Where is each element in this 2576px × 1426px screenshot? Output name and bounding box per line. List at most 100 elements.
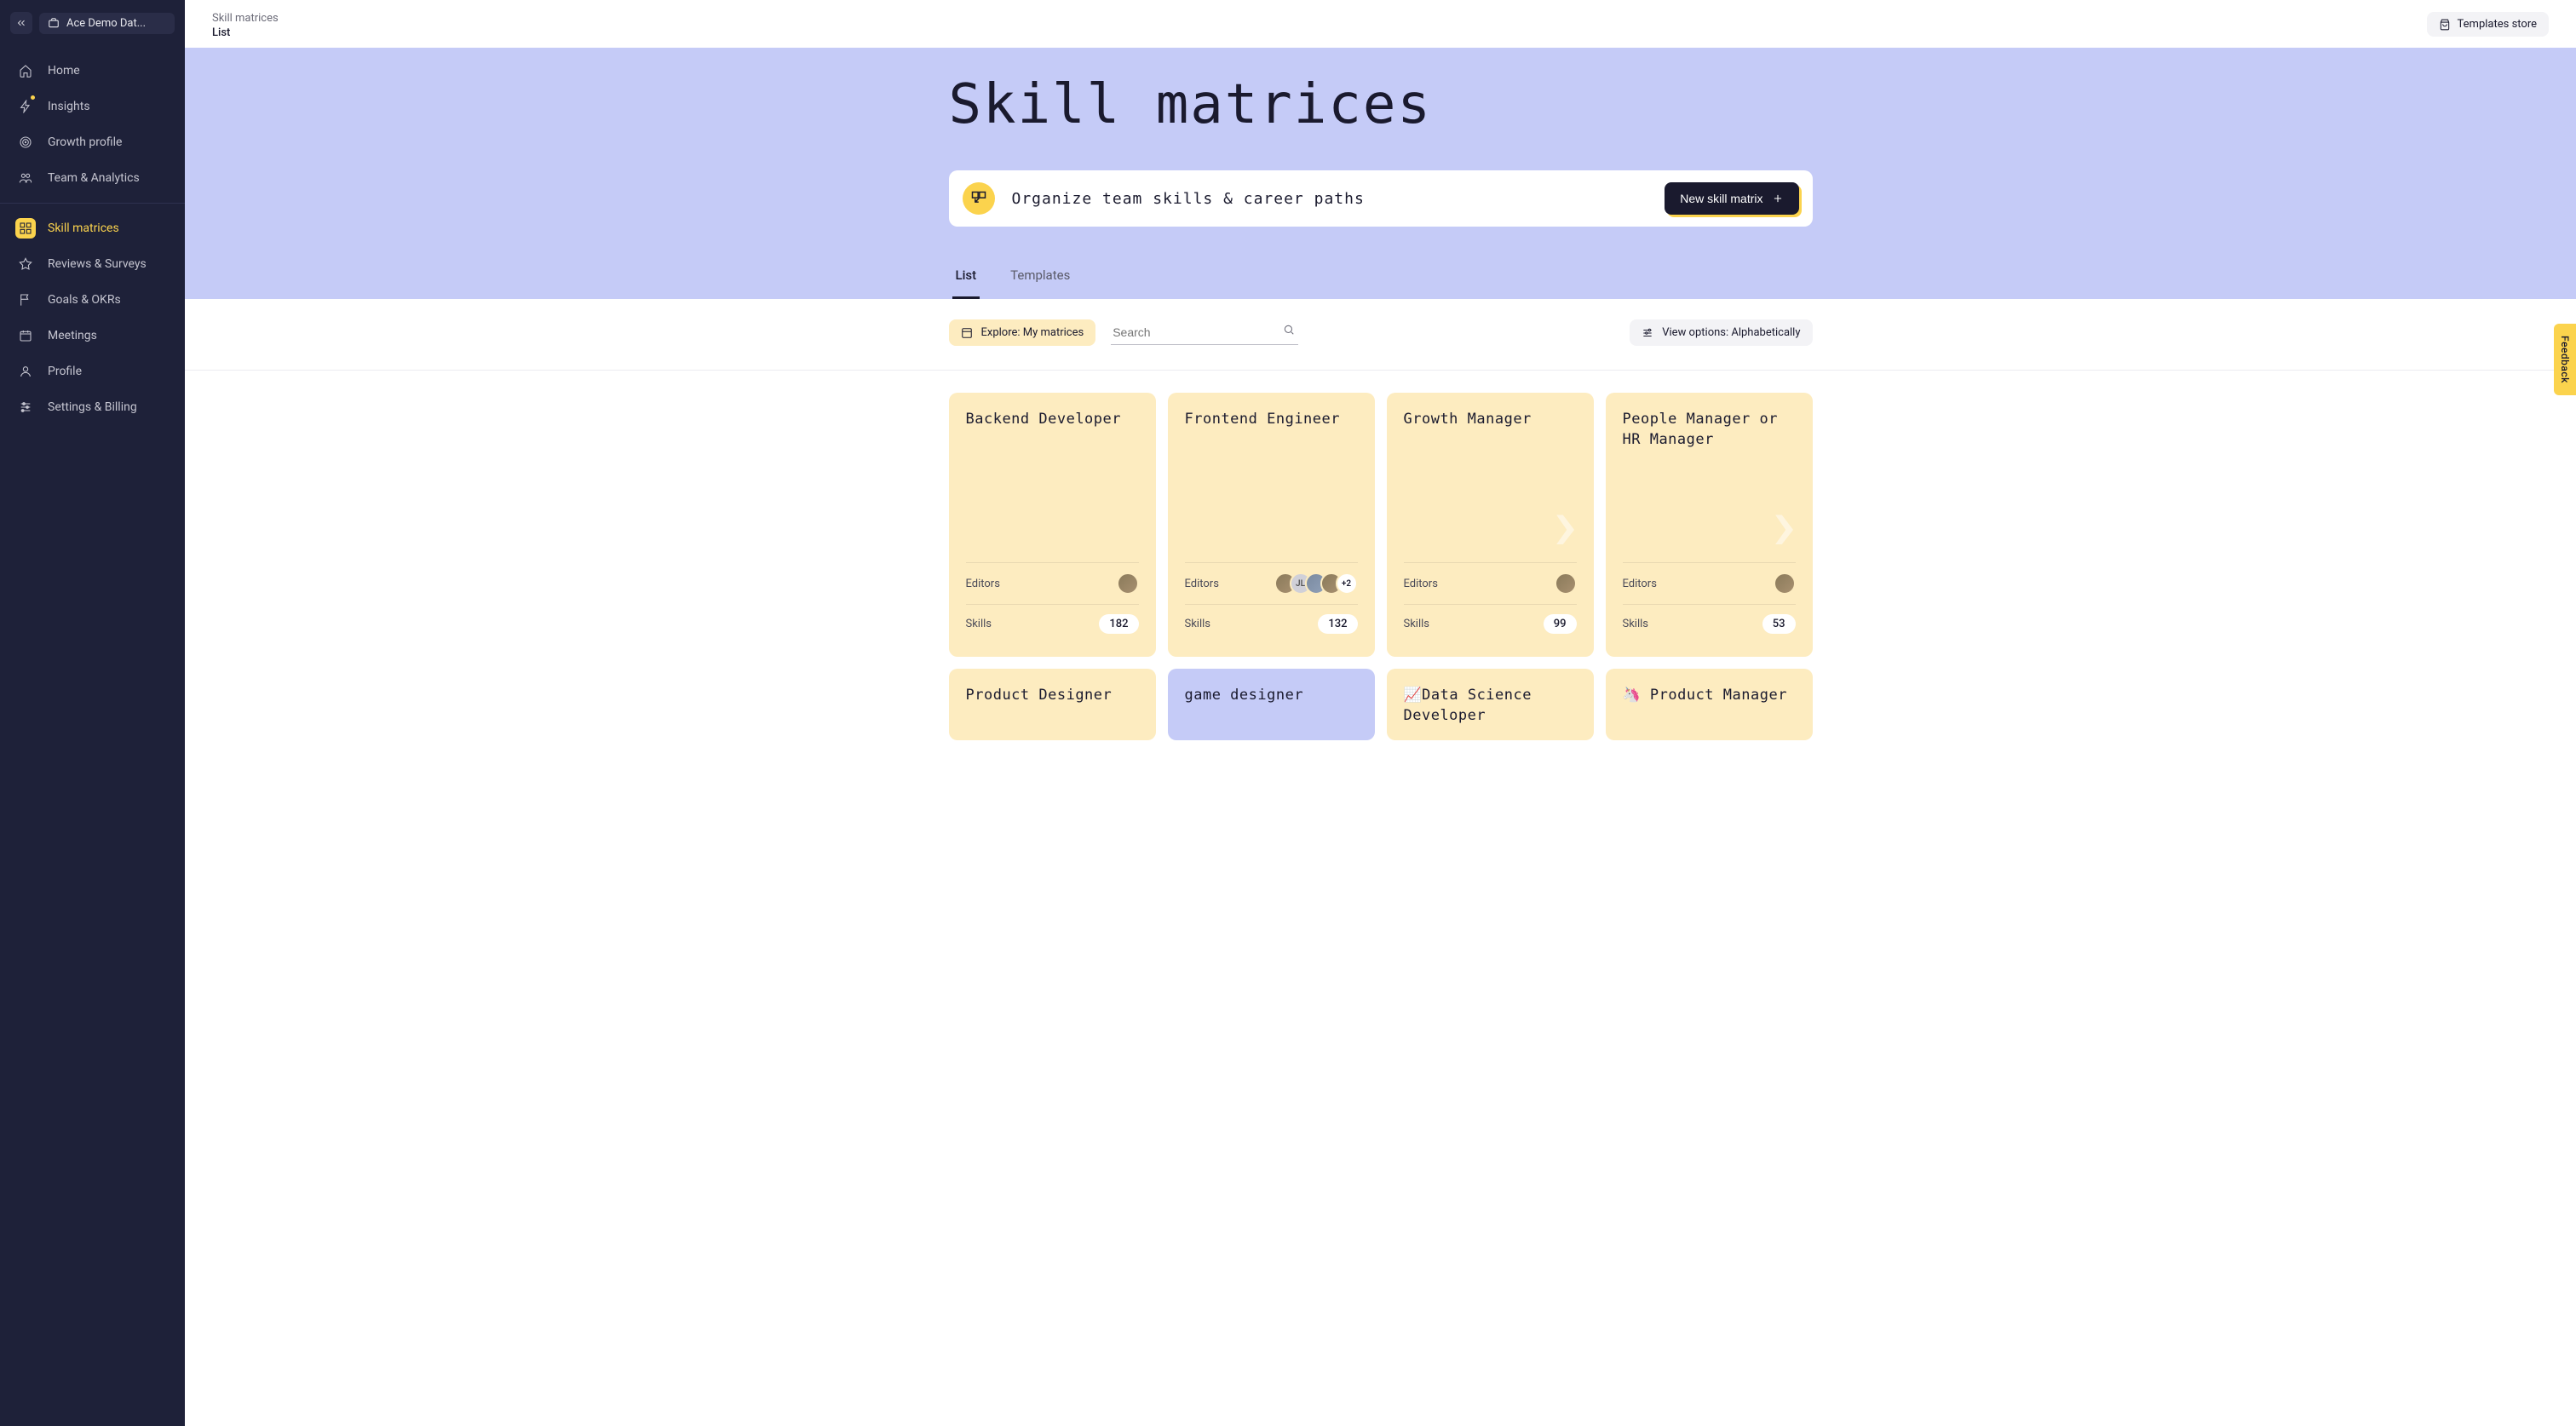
- briefcase-icon: [48, 17, 60, 29]
- skills-label: Skills: [1404, 618, 1430, 630]
- editors-label: Editors: [1404, 578, 1438, 590]
- nav-label: Insights: [48, 100, 90, 113]
- matrix-card[interactable]: 🦄 Product Manager: [1606, 669, 1813, 740]
- organize-bar: Organize team skills & career paths New …: [949, 170, 1813, 227]
- skills-count: 53: [1762, 614, 1796, 634]
- feedback-tab[interactable]: Feedback: [2554, 324, 2576, 395]
- flag-icon: [15, 290, 36, 310]
- sliders-icon: [15, 397, 36, 417]
- editor-avatar-stack: JL+2: [1274, 572, 1358, 595]
- new-skill-matrix-button[interactable]: New skill matrix: [1665, 182, 1798, 215]
- editor-avatar-stack: [1117, 572, 1139, 595]
- matrix-card[interactable]: Frontend Engineer Editors JL+2 Skills 13…: [1168, 393, 1375, 657]
- layout-icon: [961, 327, 973, 339]
- target-icon: [15, 132, 36, 152]
- matrix-card-title: Growth Manager: [1404, 410, 1577, 451]
- workspace-selector[interactable]: Ace Demo Dat...: [39, 13, 175, 34]
- user-icon: [15, 361, 36, 382]
- matrix-card[interactable]: game designer: [1168, 669, 1375, 740]
- matrix-card[interactable]: Growth Manager ›› Editors Skills 99: [1387, 393, 1594, 657]
- matrix-card-title: game designer: [1185, 686, 1358, 727]
- card-decoration: ››: [1573, 486, 1578, 563]
- grid-icon: [15, 218, 36, 239]
- matrix-card-title: Frontend Engineer: [1185, 410, 1358, 451]
- grid-arrow-icon: [970, 190, 987, 207]
- matrix-card[interactable]: Product Designer: [949, 669, 1156, 740]
- chevrons-left-icon: [15, 17, 27, 29]
- editors-label: Editors: [966, 578, 1000, 590]
- breadcrumb-section[interactable]: Skill matrices: [212, 12, 279, 25]
- nav-label: Home: [48, 64, 80, 78]
- sidebar-item-skill-matrices[interactable]: Skill matrices: [0, 210, 185, 246]
- organize-text: Organize team skills & career paths: [1012, 190, 1365, 208]
- search-input[interactable]: [1111, 320, 1298, 345]
- plus-icon: [1772, 193, 1784, 204]
- sidebar-item-insights[interactable]: Insights: [0, 89, 185, 124]
- matrix-card-title: 📈Data Science Developer: [1404, 686, 1577, 727]
- sidebar: Ace Demo Dat... Home Insights Growth pro…: [0, 0, 185, 1426]
- matrix-card[interactable]: People Manager or HR Manager ›› Editors …: [1606, 393, 1813, 657]
- templates-store-button[interactable]: Templates store: [2427, 12, 2549, 37]
- sidebar-item-meetings[interactable]: Meetings: [0, 318, 185, 354]
- skills-count: 182: [1099, 614, 1138, 634]
- matrix-card[interactable]: 📈Data Science Developer: [1387, 669, 1594, 740]
- sidebar-item-profile[interactable]: Profile: [0, 354, 185, 389]
- tab-templates[interactable]: Templates: [1007, 257, 1073, 299]
- matrix-card-title: People Manager or HR Manager: [1623, 410, 1796, 451]
- sidebar-item-settings-billing[interactable]: Settings & Billing: [0, 389, 185, 425]
- main-content: Skill matrices List Templates store Skil…: [185, 0, 2576, 1426]
- sidebar-item-team-analytics[interactable]: Team & Analytics: [0, 160, 185, 196]
- nav-label: Growth profile: [48, 135, 122, 149]
- workspace-name: Ace Demo Dat...: [66, 17, 146, 30]
- breadcrumb-page: List: [212, 26, 279, 39]
- editor-avatar-stack: [1555, 572, 1577, 595]
- nav-label: Meetings: [48, 329, 97, 342]
- new-matrix-label: New skill matrix: [1680, 192, 1762, 205]
- nav-label: Goals & OKRs: [48, 293, 121, 307]
- editors-label: Editors: [1185, 578, 1219, 590]
- sliders-icon: [1642, 327, 1653, 339]
- matrix-card-title: Backend Developer: [966, 410, 1139, 451]
- skills-label: Skills: [966, 618, 992, 630]
- view-options-label: View options: Alphabetically: [1662, 326, 1800, 339]
- matrix-card-title: 🦄 Product Manager: [1623, 686, 1796, 727]
- view-options-button[interactable]: View options: Alphabetically: [1630, 319, 1812, 346]
- sidebar-item-goals-okrs[interactable]: Goals & OKRs: [0, 282, 185, 318]
- editor-avatar: [1774, 572, 1796, 595]
- nav-label: Settings & Billing: [48, 400, 137, 414]
- nav-label: Team & Analytics: [48, 171, 140, 185]
- nav-label: Reviews & Surveys: [48, 257, 147, 271]
- explore-label: Explore: My matrices: [981, 326, 1084, 339]
- skills-count: 132: [1318, 614, 1357, 634]
- sidebar-item-home[interactable]: Home: [0, 53, 185, 89]
- skills-count: 99: [1544, 614, 1577, 634]
- explore-filter[interactable]: Explore: My matrices: [949, 319, 1096, 346]
- matrix-card[interactable]: Backend Developer Editors Skills 182: [949, 393, 1156, 657]
- users-icon: [15, 168, 36, 188]
- page-title: Skill matrices: [949, 73, 1813, 136]
- editor-avatar: [1117, 572, 1139, 595]
- matrix-hero-icon: [963, 182, 995, 215]
- home-icon: [15, 60, 36, 81]
- editor-avatar: [1555, 572, 1577, 595]
- notification-dot: [31, 95, 35, 100]
- editor-overflow-count: +2: [1336, 572, 1358, 595]
- nav-label: Profile: [48, 365, 82, 378]
- editor-avatar-stack: [1774, 572, 1796, 595]
- sidebar-item-growth-profile[interactable]: Growth profile: [0, 124, 185, 160]
- matrix-card-title: Product Designer: [966, 686, 1139, 727]
- skills-label: Skills: [1185, 618, 1211, 630]
- nav-label: Skill matrices: [48, 221, 119, 235]
- calendar-icon: [15, 325, 36, 346]
- editors-label: Editors: [1623, 578, 1657, 590]
- card-decoration: ››: [1792, 486, 1797, 563]
- shopping-bag-icon: [2439, 19, 2451, 31]
- templates-store-label: Templates store: [2458, 18, 2537, 31]
- collapse-sidebar-button[interactable]: [10, 12, 32, 34]
- star-icon: [15, 254, 36, 274]
- sidebar-item-reviews-surveys[interactable]: Reviews & Surveys: [0, 246, 185, 282]
- tab-list[interactable]: List: [952, 257, 980, 299]
- breadcrumb: Skill matrices List: [212, 12, 279, 39]
- skills-label: Skills: [1623, 618, 1649, 630]
- search-icon: [1283, 324, 1295, 336]
